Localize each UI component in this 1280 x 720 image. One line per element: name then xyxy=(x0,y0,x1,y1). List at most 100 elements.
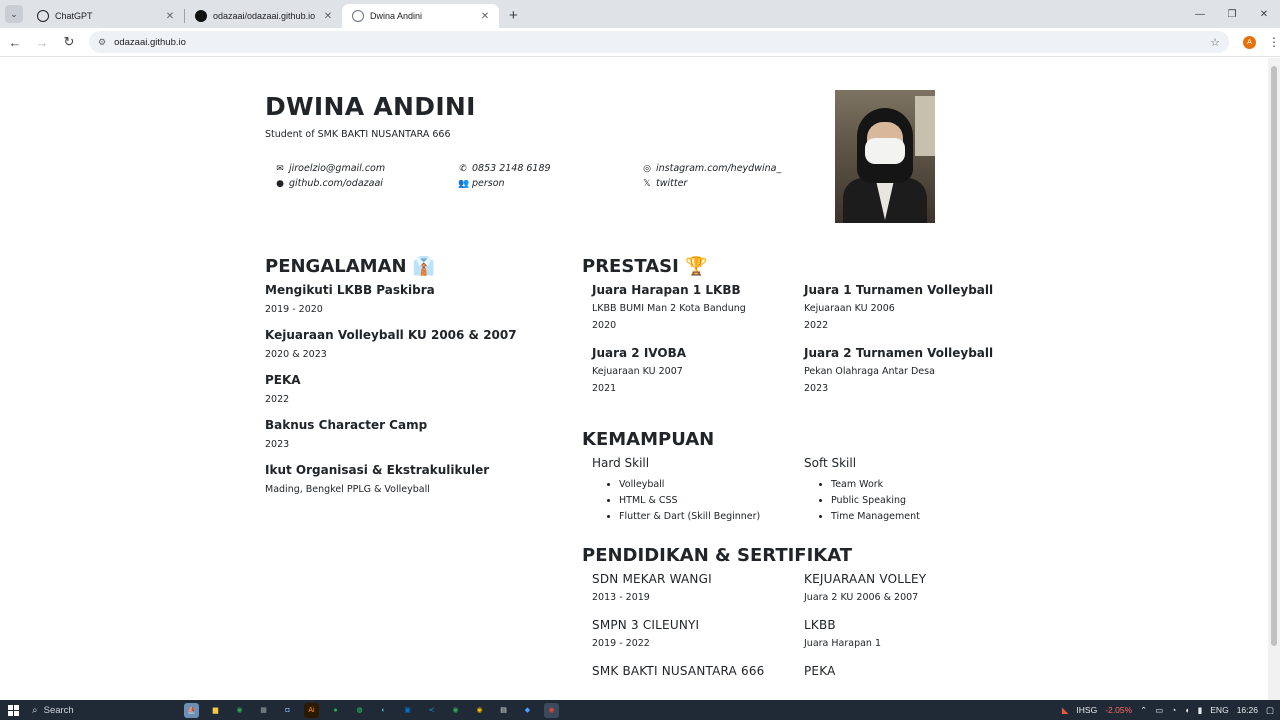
contact-person[interactable]: 👥 person xyxy=(458,178,642,189)
education-item: SMPN 3 CILEUNYI 2019 - 2022 xyxy=(592,618,804,655)
certificate-title: KEJUARAAN VOLLEY xyxy=(804,572,927,586)
certificate-detail: Juara Harapan 1 xyxy=(804,638,882,649)
reload-icon[interactable]: ↻ xyxy=(57,34,81,50)
windows-start-icon[interactable] xyxy=(0,704,26,716)
browser-toolbar: ← → ↻ ⚙ odazaai.github.io ☆ A ⋮ xyxy=(0,28,1280,57)
experience-detail: Mading, Bengkel PPLG & Volleyball xyxy=(265,484,430,495)
prestasi-section: PRESTASI 🏆 Juara Harapan 1 LKBB LKBB BUM… xyxy=(582,256,1022,409)
certificate-item: PEKA xyxy=(804,664,1016,684)
list-item: Team Work xyxy=(831,477,1016,493)
back-icon[interactable]: ← xyxy=(3,35,27,50)
file-explorer-icon[interactable]: ▆ xyxy=(208,703,223,718)
tab-chatgpt[interactable]: ChatGPT ✕ xyxy=(27,4,184,28)
bookmark-star-icon[interactable]: ☆ xyxy=(1210,36,1220,49)
restore-icon[interactable]: ❐ xyxy=(1216,0,1248,28)
globe-favicon-icon xyxy=(352,10,364,22)
minimize-icon[interactable]: — xyxy=(1184,0,1216,28)
contact-phone[interactable]: ✆ 0853 2148 6189 xyxy=(458,163,642,174)
store-icon[interactable]: ◆ xyxy=(520,703,535,718)
whatsapp-icon[interactable]: ◍ xyxy=(352,703,367,718)
forward-icon[interactable]: → xyxy=(30,35,54,50)
tab-dwina-andini[interactable]: Dwina Andini ✕ xyxy=(342,4,499,28)
close-window-icon[interactable]: ✕ xyxy=(1248,0,1280,28)
tab-search-button[interactable]: ⌄ xyxy=(5,5,23,23)
chrome-active-icon[interactable]: ◉ xyxy=(544,702,559,718)
pengalaman-section: PENGALAMAN 👔 Mengikuti LKBB Paskibra 201… xyxy=(265,256,565,508)
ticker-name[interactable]: IHSG xyxy=(1076,705,1097,715)
menu-kebab-icon[interactable]: ⋮ xyxy=(1268,35,1280,49)
tab-github[interactable]: odazaai/odazaai.github.io ✕ xyxy=(185,4,342,28)
edge-icon[interactable]: ◐ xyxy=(376,703,391,718)
chrome-icon[interactable]: ◉ xyxy=(232,703,247,718)
contact-twitter[interactable]: 𝕏twitter xyxy=(642,178,802,189)
display-icon[interactable]: ▭ xyxy=(1155,705,1163,716)
taskbar-search[interactable]: ⌕ Search xyxy=(26,705,156,716)
battery-icon[interactable]: ▮ xyxy=(1198,705,1203,716)
widget-icon[interactable]: ⛵ xyxy=(184,702,199,718)
achievement-year: 2020 xyxy=(592,320,617,331)
ticker-change[interactable]: -2.05% xyxy=(1105,705,1132,715)
close-tab-icon[interactable]: ✕ xyxy=(322,11,334,22)
chrome-profile-icon[interactable]: ◉ xyxy=(448,703,463,718)
clock[interactable]: 16:26 xyxy=(1237,705,1258,715)
illustrator-icon[interactable]: Ai xyxy=(304,702,319,718)
notes-icon[interactable]: ▤ xyxy=(496,703,511,718)
language-indicator[interactable]: ENG xyxy=(1210,705,1228,715)
skill-group-title: Hard Skill xyxy=(592,456,650,470)
experience-item: Baknus Character Camp 2023 xyxy=(265,418,565,450)
address-bar[interactable]: ⚙ odazaai.github.io ☆ xyxy=(89,31,1229,53)
page-scrollbar[interactable] xyxy=(1268,58,1280,700)
search-icon: ⌕ xyxy=(32,704,38,716)
soft-skill-group: Soft Skill Team Work Public Speaking Tim… xyxy=(804,456,1016,525)
contact-instagram[interactable]: ◎ instagram.com/heydwina_ xyxy=(642,163,802,174)
contact-github[interactable]: ● github.com/odazaai xyxy=(275,178,458,189)
achievement-title: Juara 2 Turnamen Volleyball xyxy=(804,346,994,360)
scrollbar-thumb[interactable] xyxy=(1271,66,1277,646)
outlook-icon[interactable]: ▣ xyxy=(400,703,415,718)
skill-group-title: Soft Skill xyxy=(804,456,857,470)
contact-text[interactable]: 0853 2148 6189 xyxy=(472,163,551,174)
phone-icon: ✆ xyxy=(459,163,467,174)
achievement-title: Juara 2 IVOBA xyxy=(592,346,687,360)
site-info-icon[interactable]: ⚙ xyxy=(98,37,106,48)
experience-item: PEKA 2022 xyxy=(265,373,565,405)
hard-skill-group: Hard Skill Volleyball HTML & CSS Flutter… xyxy=(592,456,804,525)
experience-item: Ikut Organisasi & Ekstrakulikuler Mading… xyxy=(265,463,565,495)
contact-text[interactable]: github.com/odazaai xyxy=(289,178,383,189)
contact-text[interactable]: person xyxy=(472,178,505,189)
section-title: KEMAMPUAN xyxy=(582,429,715,450)
list-item: Volleyball xyxy=(619,477,804,493)
calculator-icon[interactable]: ▦ xyxy=(256,703,271,718)
close-tab-icon[interactable]: ✕ xyxy=(479,11,491,22)
contact-text[interactable]: twitter xyxy=(656,178,687,189)
experience-title: Ikut Organisasi & Ekstrakulikuler xyxy=(265,463,490,477)
contact-text[interactable]: jiroelzio@gmail.com xyxy=(289,163,385,174)
chevron-up-icon[interactable]: ⌃ xyxy=(1140,705,1147,716)
experience-item: Kejuaraan Volleyball KU 2006 & 2007 2020… xyxy=(265,328,565,360)
new-tab-button[interactable]: + xyxy=(509,7,518,24)
education-item: SDN MEKAR WANGI 2013 - 2019 xyxy=(592,572,804,609)
notification-icon[interactable]: ▢ xyxy=(1266,705,1274,716)
list-item: Flutter & Dart (Skill Beginner) xyxy=(619,509,804,525)
camera-icon[interactable]: ◘ xyxy=(280,703,295,718)
spotify-icon[interactable]: ● xyxy=(328,703,343,718)
chrome-alt-icon[interactable]: ◉ xyxy=(472,703,487,718)
certificate-detail: Juara 2 KU 2006 & 2007 xyxy=(804,592,919,603)
close-tab-icon[interactable]: ✕ xyxy=(164,11,176,22)
volume-icon[interactable]: ◖ xyxy=(1184,705,1189,715)
list-item: Time Management xyxy=(831,509,1016,525)
vscode-icon[interactable]: ≺ xyxy=(424,703,439,718)
wifi-icon[interactable]: ◔ xyxy=(1171,705,1176,715)
achievement-event: Kejuaraan KU 2006 xyxy=(804,303,895,314)
profile-photo xyxy=(835,90,935,223)
profile-avatar[interactable]: A xyxy=(1243,35,1256,49)
education-item: SMK BAKTI NUSANTARA 666 xyxy=(592,664,804,684)
experience-title: Mengikuti LKBB Paskibra xyxy=(265,283,435,297)
profile-subtitle: Student of SMK BAKTI NUSANTARA 666 xyxy=(265,129,451,140)
contact-text[interactable]: instagram.com/heydwina_ xyxy=(656,163,781,174)
contact-email[interactable]: ✉ jiroelzio@gmail.com xyxy=(275,163,458,174)
section-title: PRESTASI 🏆 xyxy=(582,256,708,277)
url-text[interactable]: odazaai.github.io xyxy=(114,37,1210,48)
taskbar-apps: ⛵ ▆ ◉ ▦ ◘ Ai ● ◍ ◐ ▣ ≺ ◉ ◉ ▤ ◆ ◉ xyxy=(184,702,559,718)
search-label: Search xyxy=(43,704,74,716)
